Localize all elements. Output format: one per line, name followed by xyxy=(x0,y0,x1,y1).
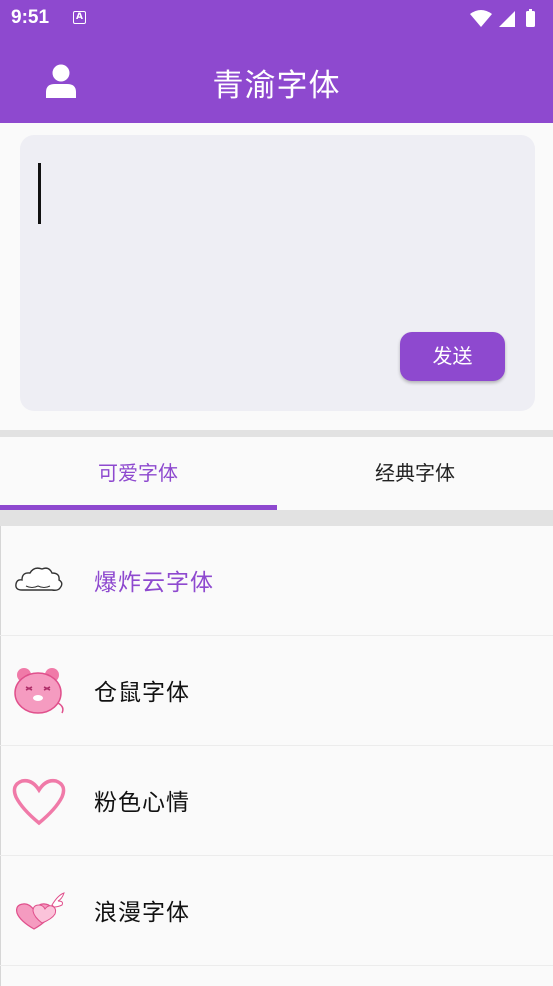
pink-heart-icon xyxy=(12,778,66,826)
cloud-icon xyxy=(15,567,63,591)
status-time: 9:51 xyxy=(11,7,50,28)
section-divider xyxy=(0,430,553,437)
font-category-tabs: 可爱字体 经典字体 xyxy=(0,437,553,510)
font-item-romantic[interactable]: 浪漫字体 xyxy=(0,856,553,966)
tab-cute-fonts[interactable]: 可爱字体 xyxy=(0,437,276,510)
font-item-explosion-cloud[interactable]: 爆炸云字体 xyxy=(0,526,553,636)
section-divider xyxy=(0,510,553,526)
notification-icon: A xyxy=(73,11,86,24)
text-input-area[interactable]: 发送 xyxy=(20,135,535,411)
font-list: 爆炸云字体 仓鼠字体 粉色心情 浪漫字体 xyxy=(0,526,553,966)
signal-icon xyxy=(499,11,515,27)
text-caret xyxy=(38,163,41,224)
font-item-hamster[interactable]: 仓鼠字体 xyxy=(0,636,553,746)
app-title: 青渝字体 xyxy=(212,68,341,104)
tab-classic-fonts[interactable]: 经典字体 xyxy=(277,437,553,510)
send-button[interactable]: 发送 xyxy=(400,332,505,381)
status-bar: 9:51 A xyxy=(0,0,553,40)
font-item-label: 爆炸云字体 xyxy=(94,570,214,596)
system-status-icons xyxy=(470,9,535,27)
app-bar: 青渝字体 xyxy=(0,40,553,123)
font-item-label: 仓鼠字体 xyxy=(94,680,190,706)
font-item-label: 粉色心情 xyxy=(94,790,190,816)
hamster-icon xyxy=(14,668,64,714)
font-item-pink-mood[interactable]: 粉色心情 xyxy=(0,746,553,856)
wifi-icon xyxy=(470,10,492,27)
battery-icon xyxy=(526,11,535,27)
winged-hearts-icon xyxy=(16,892,65,930)
font-item-label: 浪漫字体 xyxy=(94,900,190,926)
